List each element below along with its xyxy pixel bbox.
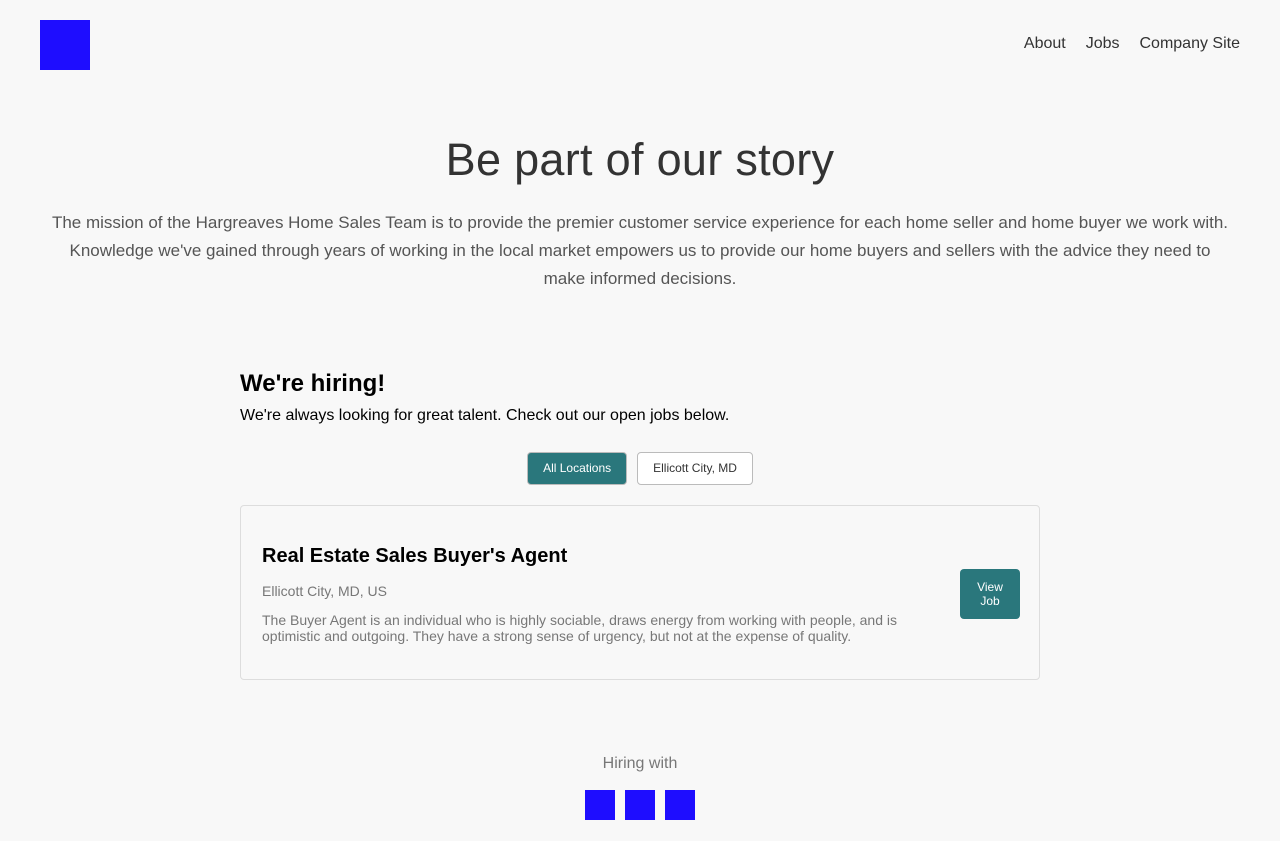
footer-hiring-label: Hiring with bbox=[602, 755, 678, 772]
nav-link-about[interactable]: About bbox=[1024, 34, 1066, 54]
hiring-title: We're hiring! bbox=[240, 370, 386, 397]
main-nav: About Jobs Company Site bbox=[1024, 34, 1240, 54]
hiring-subtitle: We're always looking for great talent. C… bbox=[240, 407, 730, 424]
filter-all-locations-button[interactable]: All Locations bbox=[527, 452, 628, 485]
social-icon-1[interactable] bbox=[585, 790, 615, 820]
view-job-button[interactable]: View Job bbox=[960, 569, 1020, 619]
job-description: The Buyer Agent is an individual who is … bbox=[262, 612, 898, 644]
site-header: About Jobs Company Site bbox=[0, 0, 1280, 90]
nav-link-jobs[interactable]: Jobs bbox=[1086, 34, 1120, 54]
company-logo-icon[interactable] bbox=[40, 20, 90, 70]
nav-link-company-site[interactable]: Company Site bbox=[1140, 34, 1241, 54]
job-location: Ellicott City, MD, US bbox=[262, 583, 387, 599]
hero-title: Be part of our story bbox=[445, 134, 835, 185]
location-filters: All Locations Ellicott City, MD bbox=[240, 452, 1040, 485]
footer-social-icons bbox=[585, 790, 695, 820]
hero-mission-text: The mission of the Hargreaves Home Sales… bbox=[51, 213, 1229, 288]
filter-ellicott-city-button[interactable]: Ellicott City, MD bbox=[637, 452, 753, 485]
hiring-section: We're hiring! We're always looking for g… bbox=[240, 368, 1040, 427]
job-title[interactable]: Real Estate Sales Buyer's Agent bbox=[262, 543, 567, 569]
social-icon-2[interactable] bbox=[625, 790, 655, 820]
job-card: Real Estate Sales Buyer's Agent Ellicott… bbox=[240, 505, 1040, 680]
social-icon-3[interactable] bbox=[665, 790, 695, 820]
